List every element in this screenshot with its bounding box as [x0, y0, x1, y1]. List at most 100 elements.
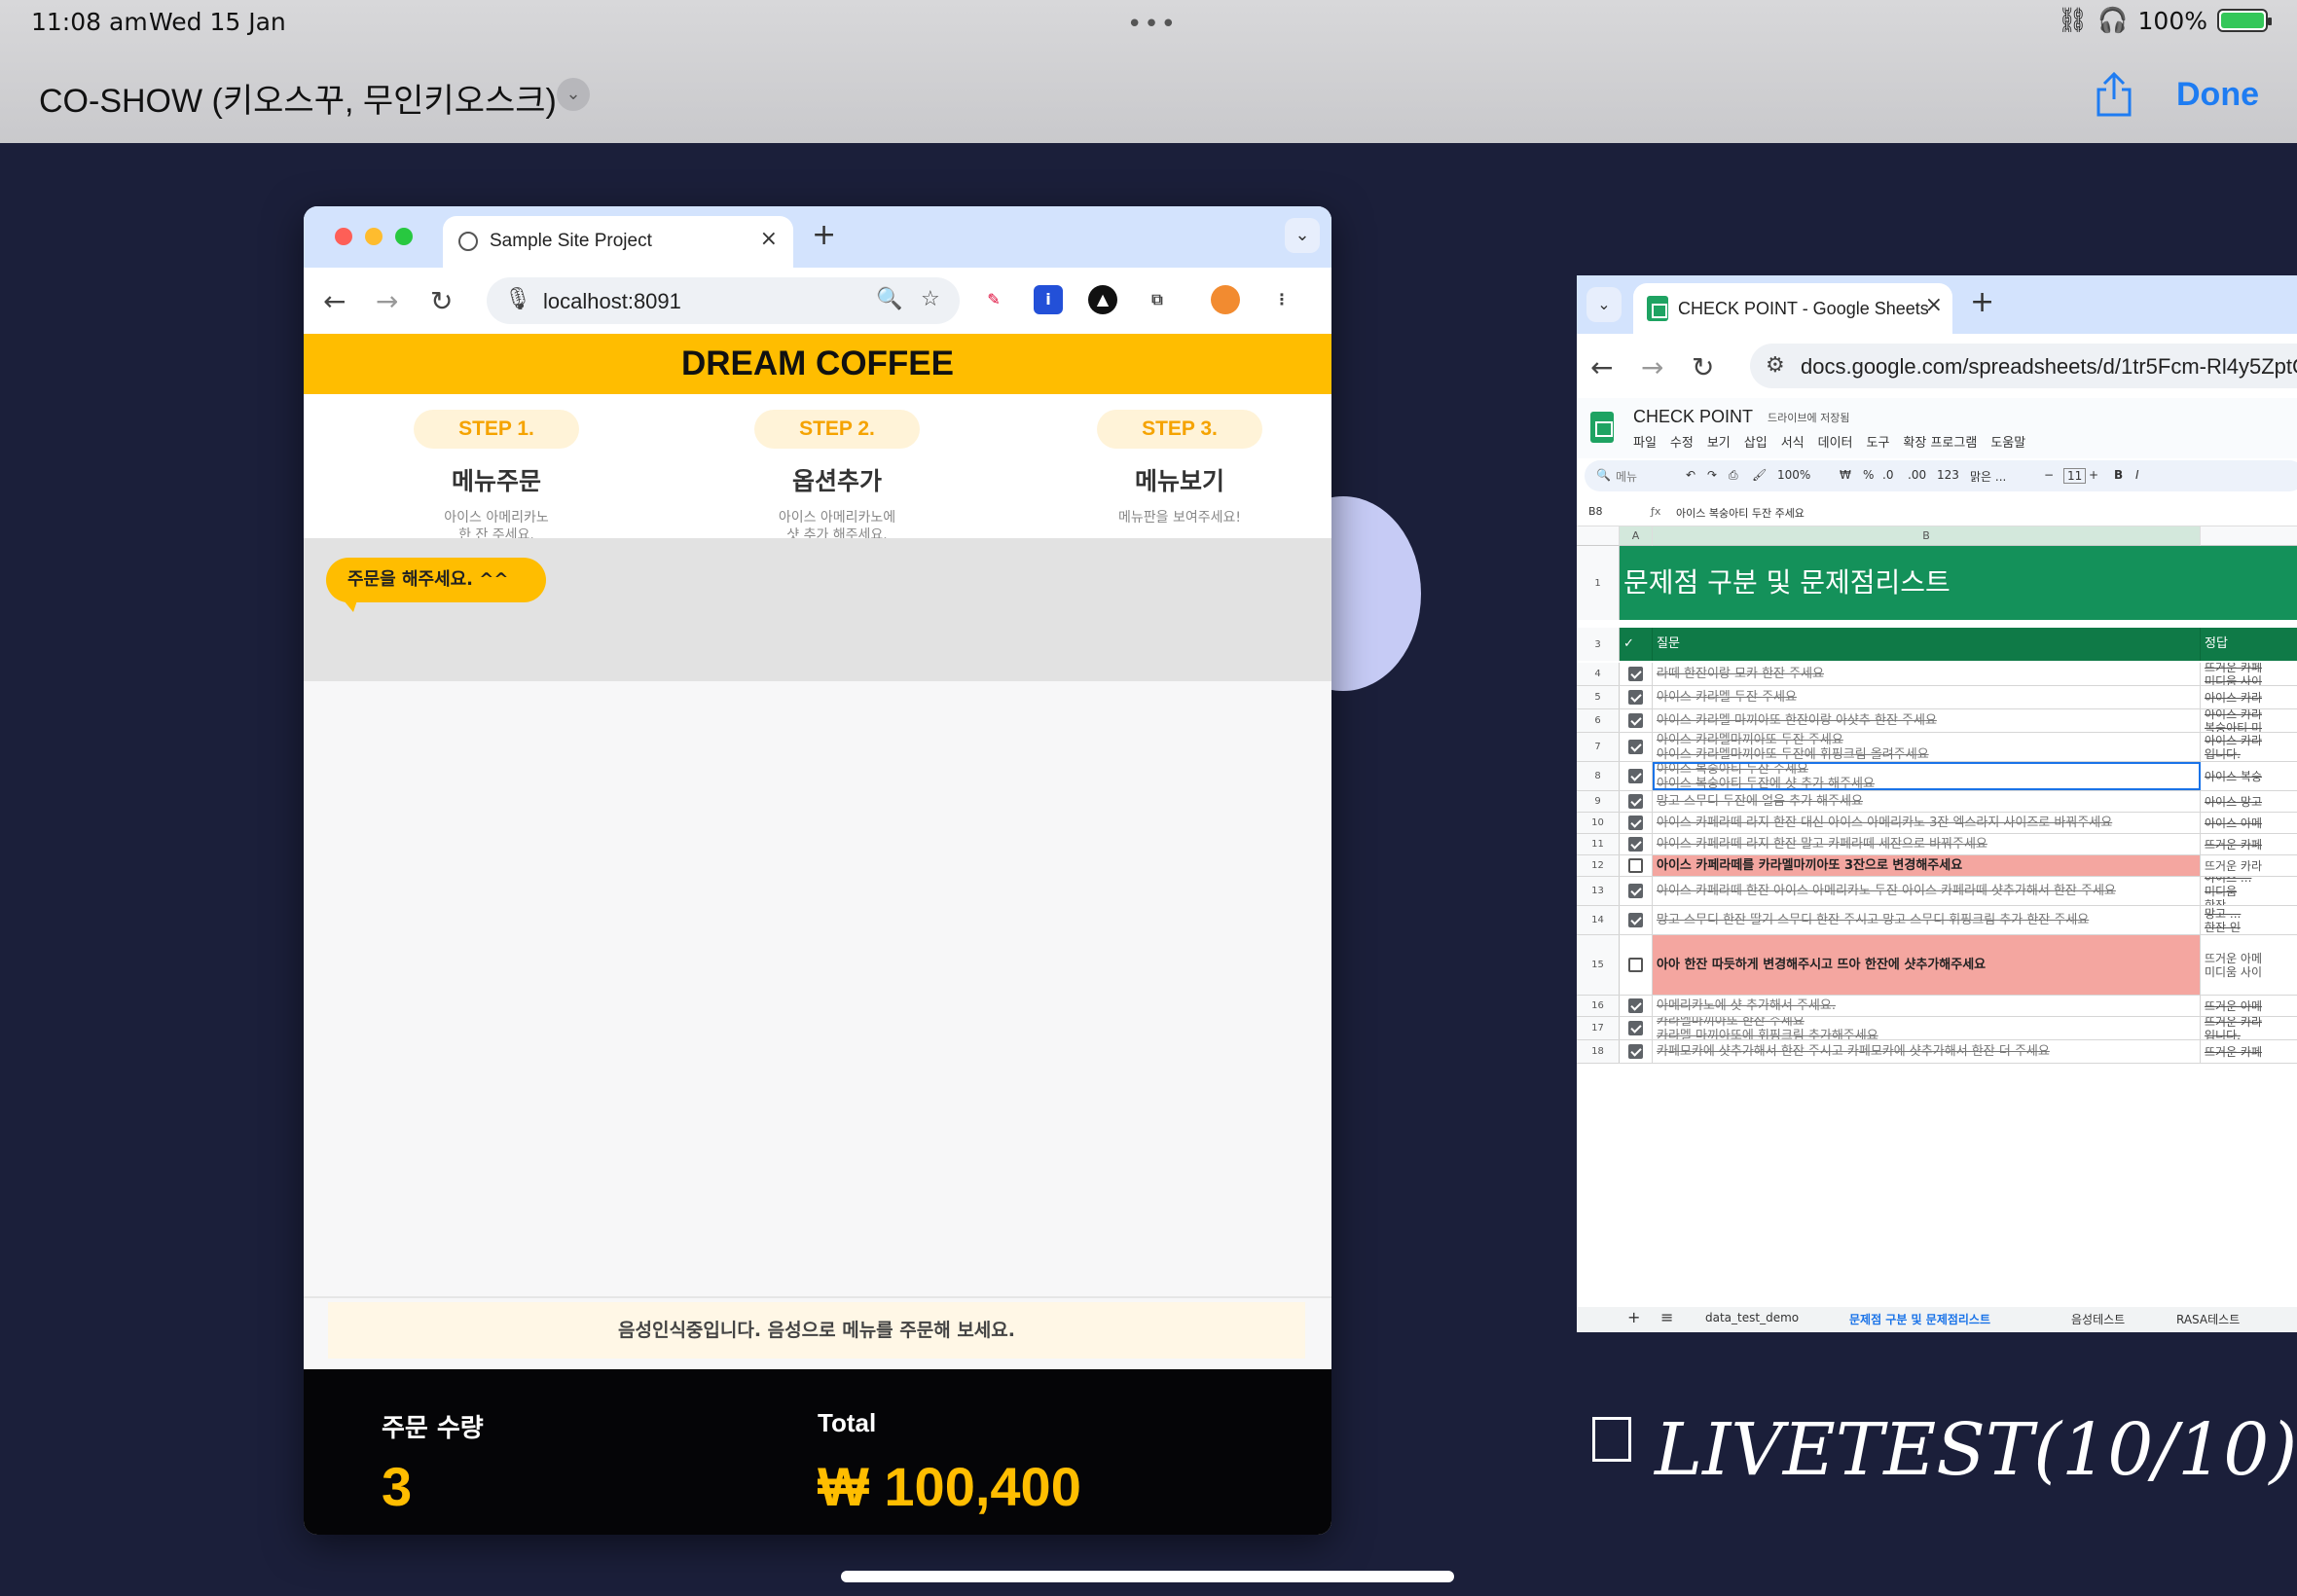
row-number[interactable]: 3	[1577, 628, 1620, 661]
column-header-c[interactable]	[2201, 526, 2297, 546]
font-size-decrease[interactable]: −	[2044, 468, 2054, 482]
reload-icon[interactable]: ↻	[430, 285, 453, 317]
menu-file[interactable]: 파일	[1633, 432, 1657, 451]
row-number[interactable]: 6	[1577, 709, 1620, 732]
extension-color-icon[interactable]: ✎	[979, 285, 1008, 314]
header-question-cell[interactable]: 질문	[1653, 628, 2201, 661]
row-number[interactable]: 4	[1577, 663, 1620, 685]
extension-triangle-icon[interactable]: ▲	[1088, 285, 1117, 314]
tab-close-icon[interactable]: ×	[1925, 293, 1943, 317]
row-number[interactable]: 1	[1577, 546, 1620, 620]
checkbox-checked-icon[interactable]	[1628, 713, 1643, 728]
site-settings-icon[interactable]: ⚙	[1766, 353, 1785, 378]
answer-cell[interactable]: 뜨거운 카페	[2201, 834, 2297, 854]
menu-format[interactable]: 서식	[1781, 432, 1805, 451]
tab-close-icon[interactable]: ×	[760, 227, 778, 251]
menu-kebab-icon[interactable]: ⋮	[1267, 285, 1296, 314]
sheet-tab-voice-test[interactable]: 음성테스트	[2071, 1311, 2125, 1327]
row-number[interactable]: 7	[1577, 733, 1620, 761]
tab-check-point[interactable]: CHECK POINT - Google Sheets ×	[1633, 283, 1952, 334]
multitasking-dots-icon[interactable]: •••	[1127, 10, 1178, 39]
row-number[interactable]: 18	[1577, 1040, 1620, 1063]
corner-header[interactable]	[1577, 526, 1620, 546]
sheets-logo-icon[interactable]	[1590, 412, 1614, 443]
document-name[interactable]: CHECK POINT	[1633, 407, 1753, 427]
new-tab-icon[interactable]: +	[812, 218, 836, 252]
question-cell[interactable]: 아이스 카라멜 두잔 주세요	[1653, 686, 2201, 708]
row-checkbox-cell[interactable]	[1620, 1040, 1653, 1063]
row-checkbox-cell[interactable]	[1620, 709, 1653, 732]
question-cell[interactable]: 라떼 한잔이랑 모카 한잔 주세요	[1653, 663, 2201, 685]
row-number[interactable]: 8	[1577, 762, 1620, 790]
tab-search-chevron-icon[interactable]: ⌄	[1285, 218, 1320, 253]
row-checkbox-cell[interactable]	[1620, 813, 1653, 833]
extension-blue-icon[interactable]: i	[1034, 285, 1063, 314]
forward-icon[interactable]: →	[376, 285, 398, 317]
answer-cell[interactable]: 망고 ... 한잔 인	[2201, 906, 2297, 934]
row-number[interactable]: 15	[1577, 935, 1620, 995]
column-header-b[interactable]: B	[1653, 526, 2201, 546]
answer-cell[interactable]: 뜨거운 카페 미디움 사이	[2201, 663, 2297, 685]
minimize-window-button[interactable]	[365, 228, 383, 245]
sheet-tab-data-test-demo[interactable]: data_test_demo	[1705, 1311, 1799, 1324]
answer-cell[interactable]: 아이스 카라 입니다.	[2201, 733, 2297, 761]
reload-icon[interactable]: ↻	[1692, 351, 1714, 383]
answer-cell[interactable]: 아이스 카라 복숭아티 미	[2201, 709, 2297, 732]
percent-button[interactable]: %	[1863, 468, 1874, 482]
row-number[interactable]: 9	[1577, 791, 1620, 812]
menu-view[interactable]: 보기	[1707, 432, 1731, 451]
checkbox-checked-icon[interactable]	[1628, 740, 1643, 754]
checkbox-checked-icon[interactable]	[1628, 1044, 1643, 1059]
checkbox-checked-icon[interactable]	[1628, 794, 1643, 809]
checkbox-unchecked-icon[interactable]	[1628, 858, 1643, 873]
chevron-down-icon[interactable]: ⌄	[557, 78, 590, 111]
checkbox-checked-icon[interactable]	[1628, 1021, 1643, 1035]
question-cell[interactable]: 아이스 카라멜마끼아또 두잔 주세요 아이스 카라멜마끼아또 두잔에 휘핑크림 …	[1653, 733, 2201, 761]
answer-cell[interactable]: 뜨거운 아메	[2201, 996, 2297, 1016]
row-checkbox-cell[interactable]	[1620, 1017, 1653, 1039]
answer-cell[interactable]: 아이스 복숭	[2201, 762, 2297, 790]
close-window-button[interactable]	[335, 228, 352, 245]
checkbox-checked-icon[interactable]	[1628, 998, 1643, 1013]
row-number[interactable]: 12	[1577, 855, 1620, 876]
row-checkbox-cell[interactable]	[1620, 996, 1653, 1016]
row-checkbox-cell[interactable]	[1620, 834, 1653, 854]
paint-format-icon[interactable]: 🖌	[1752, 468, 1767, 482]
answer-cell[interactable]: 아이스 아메	[2201, 813, 2297, 833]
formula-input[interactable]: 아이스 복숭아티 두잔 주세요	[1676, 505, 1805, 521]
row-checkbox-cell[interactable]	[1620, 935, 1653, 995]
row-checkbox-cell[interactable]	[1620, 791, 1653, 812]
answer-cell[interactable]: 아이스 ... 미디움 한잔	[2201, 877, 2297, 905]
row-number[interactable]: 10	[1577, 813, 1620, 833]
column-header-a[interactable]: A	[1620, 526, 1653, 546]
row-number[interactable]: 11	[1577, 834, 1620, 854]
share-icon[interactable]	[2093, 70, 2135, 119]
star-icon[interactable]: ☆	[921, 287, 940, 311]
question-cell[interactable]: 아이스 복숭아티 두잔 주세요 아이스 복숭아티 두잔에 샷 추가 해주세요	[1653, 762, 2201, 790]
menu-extensions[interactable]: 확장 프로그램	[1903, 432, 1977, 451]
forward-icon[interactable]: →	[1641, 351, 1663, 383]
checkbox-checked-icon[interactable]	[1628, 769, 1643, 783]
row-number[interactable]: 14	[1577, 906, 1620, 934]
url-text[interactable]: docs.google.com/spreadsheets/d/1tr5Fcm-R…	[1801, 354, 2297, 380]
answer-cell[interactable]: 아이스 망고	[2201, 791, 2297, 812]
add-sheet-icon[interactable]: +	[1627, 1308, 1640, 1326]
checkbox-checked-icon[interactable]	[1628, 884, 1643, 898]
menu-search[interactable]: 메뉴	[1616, 468, 1637, 485]
answer-cell[interactable]: 뜨거운 아메 미디움 사이	[2201, 935, 2297, 995]
question-cell[interactable]: 카페모카에 샷추가해서 한잔 주시고 카페모카에 샷추가해서 한잔 더 주세요	[1653, 1040, 2201, 1063]
header-answer-cell[interactable]: 정답	[2201, 628, 2297, 661]
address-bar[interactable]: 🎙 localhost:8091 🔍 ☆	[487, 277, 960, 324]
new-tab-icon[interactable]: +	[1970, 285, 1994, 319]
menu-edit[interactable]: 수정	[1670, 432, 1694, 451]
number-format-button[interactable]: 123	[1937, 468, 1959, 482]
menu-data[interactable]: 데이터	[1818, 432, 1853, 451]
row-number[interactable]: 13	[1577, 877, 1620, 905]
zoom-icon[interactable]: 🔍	[876, 287, 902, 311]
question-cell[interactable]: 아이스 카페라떼 라지 한잔 대신 아이스 아메리카노 3잔 엑스라지 사이즈로…	[1653, 813, 2201, 833]
menu-insert[interactable]: 삽입	[1744, 432, 1768, 451]
increase-decimal-button[interactable]: .00	[1908, 468, 1926, 482]
question-cell[interactable]: 망고 스무디 두잔에 얼음 추가 해주세요	[1653, 791, 2201, 812]
bold-button[interactable]: B	[2114, 468, 2123, 482]
question-cell[interactable]: 아이스 카페라떼를 카라멜마끼아또 3잔으로 변경해주세요	[1653, 855, 2201, 876]
